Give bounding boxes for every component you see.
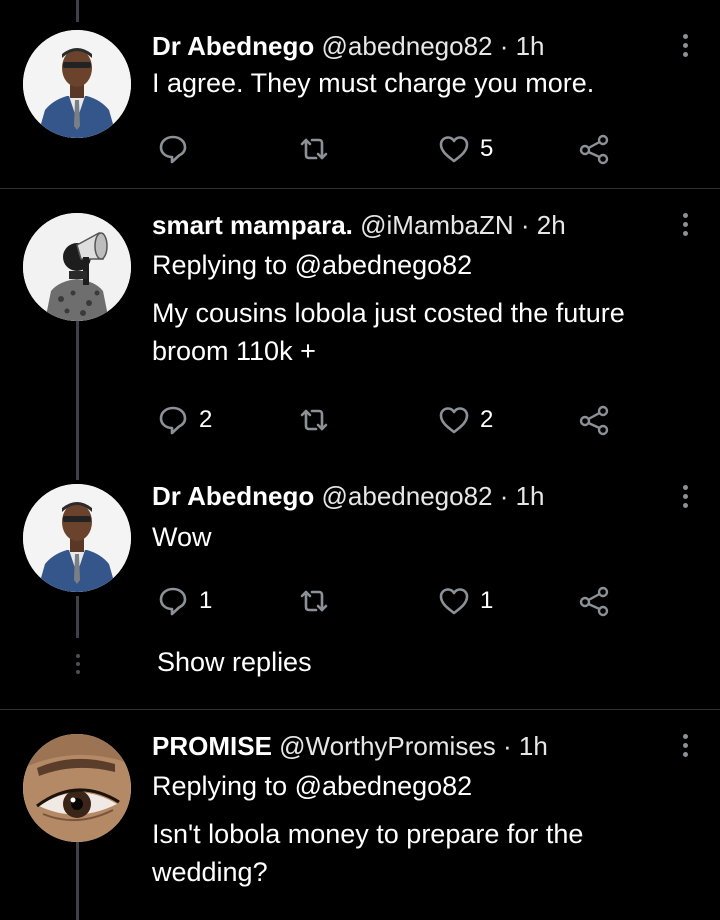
replying-to[interactable]: Replying to @abednego82 (152, 767, 660, 805)
handle-and-time: @abednego82 · 1h (321, 31, 545, 61)
display-name[interactable]: smart mampara. (152, 210, 353, 240)
share-button[interactable] (578, 131, 610, 167)
retweet-button[interactable] (298, 402, 330, 438)
heart-icon (439, 588, 469, 615)
display-name[interactable]: PROMISE (152, 731, 272, 761)
tweet[interactable]: Dr Abednego @abednego82 · 1h I agree. Th… (0, 0, 720, 188)
show-replies-link[interactable]: Show replies (157, 647, 312, 678)
avatar-mambazn[interactable] (23, 213, 131, 321)
reply-button[interactable]: 2 (157, 402, 212, 438)
like-count: 1 (480, 587, 494, 614)
tweet-text: My cousins lobola just costed the future… (152, 298, 625, 366)
more-options-icon[interactable] (680, 731, 690, 767)
reply-icon (159, 135, 187, 164)
avatar-abednego[interactable] (23, 30, 131, 138)
display-name[interactable]: Dr Abednego (152, 481, 314, 511)
retweet-button[interactable] (298, 583, 330, 619)
tweet-text: Isn't lobola money to prepare for the we… (152, 819, 584, 887)
tweet-header: Dr Abednego @abednego82 · 1h (152, 480, 660, 512)
share-button[interactable] (578, 583, 610, 619)
tweet-actions: 5 (155, 131, 625, 167)
replying-to[interactable]: Replying to @abednego82 (152, 246, 660, 284)
retweet-icon (300, 409, 328, 431)
tweet-actions: 1 1 (155, 583, 625, 619)
reply-button[interactable]: 1 (157, 583, 212, 619)
retweet-icon (300, 138, 328, 160)
handle-and-time: @WorthyPromises · 1h (279, 731, 548, 761)
avatar-worthypromises[interactable] (23, 734, 131, 842)
tweet-header: smart mampara. @iMambaZN · 2h (152, 209, 660, 241)
share-icon (579, 405, 609, 436)
avatar-image (23, 484, 131, 592)
like-count: 2 (480, 406, 494, 433)
share-icon (579, 586, 609, 617)
tweet-header: Dr Abednego @abednego82 · 1h (152, 30, 660, 62)
tweet[interactable]: Dr Abednego @abednego82 · 1h Wow 1 1 Sho… (0, 480, 720, 708)
retweet-button[interactable] (298, 131, 330, 167)
reply-count: 1 (199, 587, 213, 614)
heart-icon (439, 407, 469, 434)
more-options-icon[interactable] (680, 210, 690, 246)
more-options-icon[interactable] (680, 482, 690, 518)
display-name[interactable]: Dr Abednego (152, 31, 314, 61)
handle-and-time: @abednego82 · 1h (321, 481, 545, 511)
like-button[interactable]: 5 (438, 131, 493, 167)
tweet-header: PROMISE @WorthyPromises · 1h (152, 730, 660, 762)
avatar-image (23, 213, 131, 321)
reply-button[interactable] (157, 131, 199, 167)
avatar-image (23, 30, 131, 138)
tweet[interactable]: smart mampara. @iMambaZN · 2h Replying t… (0, 189, 720, 479)
like-count: 5 (480, 135, 494, 162)
reply-icon (159, 587, 187, 616)
reply-icon (159, 406, 187, 435)
tweet-actions: 2 2 (155, 402, 625, 438)
avatar-image (23, 734, 131, 842)
tweet-text: I agree. They must charge you more. (152, 68, 595, 98)
share-icon (579, 134, 609, 165)
handle-and-time: @iMambaZN · 2h (360, 210, 566, 240)
tweet-text: Wow (152, 522, 212, 552)
tweet[interactable]: PROMISE @WorthyPromises · 1h Replying to… (0, 710, 720, 920)
heart-icon (439, 136, 469, 163)
avatar-abednego[interactable] (23, 484, 131, 592)
share-button[interactable] (578, 402, 610, 438)
like-button[interactable]: 2 (438, 402, 493, 438)
retweet-icon (300, 590, 328, 612)
like-button[interactable]: 1 (438, 583, 493, 619)
reply-count: 2 (199, 406, 213, 433)
more-options-icon[interactable] (680, 31, 690, 67)
